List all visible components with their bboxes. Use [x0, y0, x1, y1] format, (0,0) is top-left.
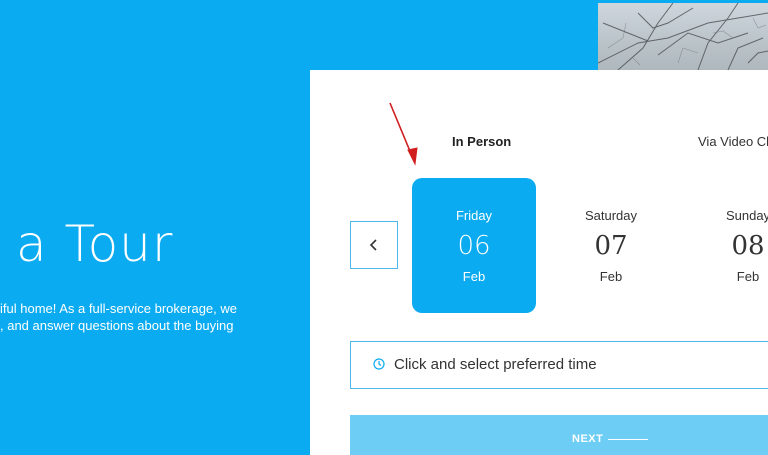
hero-description-line-2: , and answer questions about the buying: [0, 318, 234, 333]
hero-description-line-1: iful home! As a full-service brokerage, …: [0, 301, 237, 316]
day-name: Friday: [455, 208, 493, 223]
day-number: 06: [457, 231, 491, 261]
tab-in-person[interactable]: In Person: [452, 134, 511, 149]
day-name: Sunday: [725, 208, 768, 223]
day-name: Saturday: [584, 208, 638, 223]
hero-description: iful home! As a full-service brokerage, …: [0, 300, 260, 334]
hero-photo: [598, 3, 768, 70]
preferred-time-select[interactable]: Click and select preferred time: [350, 341, 768, 389]
day-month: Feb: [462, 269, 486, 284]
day-month: Feb: [736, 269, 760, 284]
tab-video-chat[interactable]: Via Video Ch: [698, 134, 768, 149]
date-option-sunday[interactable]: Sunday 08 Feb: [686, 178, 768, 313]
hero-title: a Tour: [16, 215, 174, 273]
day-number: 08: [731, 231, 765, 261]
date-option-saturday[interactable]: Saturday 07 Feb: [549, 178, 673, 313]
next-button-line: [608, 439, 648, 440]
booking-panel: In Person Via Video Ch Friday 06 Feb Sat…: [310, 70, 768, 455]
day-number: 07: [594, 231, 628, 261]
preferred-time-label: Click and select preferred time: [394, 356, 597, 373]
clock-icon: [373, 358, 385, 370]
previous-dates-button[interactable]: [350, 221, 398, 269]
next-button[interactable]: NEXT: [350, 415, 768, 455]
day-month: Feb: [599, 269, 623, 284]
date-option-friday[interactable]: Friday 06 Feb: [412, 178, 536, 313]
next-button-label: NEXT: [572, 433, 604, 445]
chevron-left-icon: [369, 239, 377, 251]
